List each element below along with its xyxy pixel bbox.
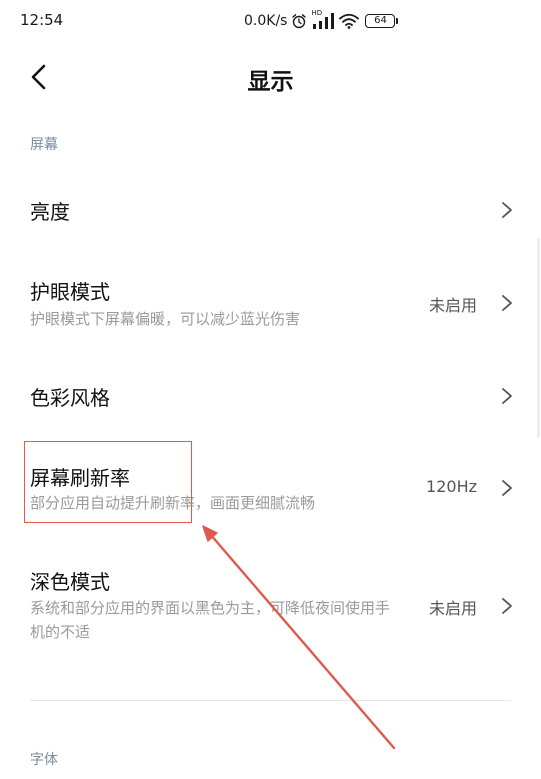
chevron-right-icon	[502, 388, 512, 404]
scrollbar[interactable]	[536, 118, 541, 718]
row-description: 系统和部分应用的界面以黑色为主，可降低夜间使用手机的不适	[30, 599, 391, 641]
chevron-right-icon	[502, 295, 512, 311]
battery-level: 64	[365, 14, 396, 28]
status-bar: 12:54 0.0K/s HD 64	[0, 0, 541, 44]
status-time: 12:54	[20, 11, 64, 29]
chevron-right-icon	[502, 202, 512, 218]
header: 显示	[0, 44, 541, 114]
alarm-clock-icon	[291, 13, 307, 29]
status-indicators: 0.0K/s HD 64	[244, 9, 399, 32]
row-title: 屏幕刷新率	[30, 466, 130, 490]
section-label-font: 字体	[30, 752, 58, 768]
battery-icon: 64	[365, 14, 399, 28]
row-description: 部分应用自动提升刷新率，画面更细腻流畅	[30, 494, 316, 512]
row-color-style[interactable]: 色彩风格	[0, 364, 541, 428]
row-value: 未启用	[428, 599, 477, 618]
network-speed: 0.0K/s	[244, 13, 288, 29]
chevron-right-icon	[502, 598, 512, 614]
row-value: 未启用	[428, 296, 477, 315]
row-eye-care-mode[interactable]: 护眼模式 护眼模式下屏幕偏暖，可以减少蓝光伤害 未启用	[0, 262, 541, 342]
chevron-right-icon	[502, 480, 512, 496]
row-title: 深色模式	[30, 570, 110, 594]
row-title: 护眼模式	[30, 280, 110, 304]
row-title: 亮度	[30, 200, 70, 224]
row-dark-mode[interactable]: 深色模式 系统和部分应用的界面以黑色为主，可降低夜间使用手机的不适 未启用	[0, 556, 541, 656]
scrollbar-thumb[interactable]	[537, 238, 540, 438]
row-value: 120Hz	[426, 477, 477, 496]
section-divider	[30, 700, 511, 701]
section-label-screen: 屏幕	[30, 137, 58, 153]
page-title: 显示	[247, 69, 294, 95]
row-description: 护眼模式下屏幕偏暖，可以减少蓝光伤害	[30, 310, 301, 328]
row-title: 色彩风格	[30, 386, 110, 410]
row-brightness[interactable]: 亮度	[0, 180, 541, 244]
wifi-icon	[339, 13, 360, 29]
signal-icon: HD	[311, 9, 335, 30]
row-refresh-rate[interactable]: 屏幕刷新率 部分应用自动提升刷新率，画面更细腻流畅 120Hz	[0, 448, 541, 528]
